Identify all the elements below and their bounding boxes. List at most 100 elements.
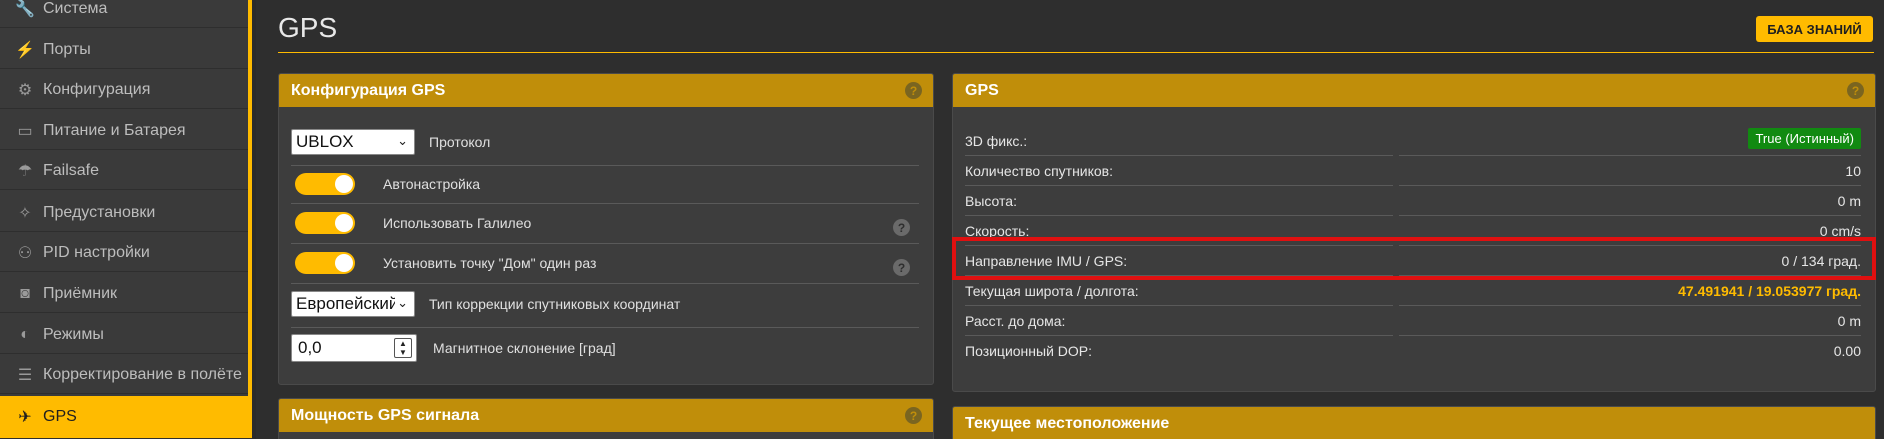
divider	[291, 327, 919, 328]
sidebar-item-label: Корректирование в полёте	[43, 365, 242, 383]
plug-icon: ⚡	[15, 41, 35, 59]
wrench-icon: 🔧	[15, 0, 35, 18]
status-label: Количество спутников:	[965, 163, 1114, 179]
protocol-row: UBLOX ⌄ Протокол	[291, 129, 919, 155]
gps-config-panel: Конфигурация GPS ? UBLOX ⌄ Протокол Авто…	[278, 73, 934, 385]
page-title: GPS	[278, 12, 338, 43]
sidebar-item-label: Порты	[43, 40, 91, 58]
sidebar-item-label: Приёмник	[43, 284, 118, 302]
panel-title: Конфигурация GPS	[291, 81, 446, 99]
chevron-down-icon: ⌄	[395, 295, 408, 311]
sidebar-item-power-battery[interactable]: ▭ Питание и Батарея	[0, 112, 248, 150]
protocol-label: Протокол	[429, 134, 491, 150]
panel-title: GPS	[965, 81, 999, 99]
correction-label: Тип коррекции спутниковых координат	[429, 296, 681, 312]
toggle-knob	[335, 214, 353, 232]
status-label: Расст. до дома:	[965, 313, 1066, 329]
sidebar-item-configuration[interactable]: ⚙ Конфигурация	[0, 71, 248, 109]
auto-config-label: Автонастройка	[383, 176, 481, 192]
sliders-icon: ☰	[17, 366, 33, 384]
gear-icon: ⚙	[17, 81, 33, 99]
sidebar-item-adjustments[interactable]: ☰ Корректирование в полёте	[0, 356, 248, 394]
help-icon[interactable]: ?	[1847, 82, 1864, 99]
gps-signal-panel: Мощность GPS сигнала ?	[278, 398, 934, 439]
highlight-box	[952, 237, 1876, 280]
galileo-row: Использовать Галилео	[291, 212, 919, 234]
sidebar-item-label: Конфигурация	[43, 80, 151, 98]
status-row-3d-fix: 3D фикс.: True (Истинный)	[965, 126, 1861, 156]
toggle-knob	[335, 254, 353, 272]
chevron-down-icon: ⌄	[397, 133, 408, 148]
auto-config-row: Автонастройка	[291, 173, 919, 195]
help-icon[interactable]: ?	[905, 407, 922, 424]
help-icon[interactable]: ?	[905, 82, 922, 99]
sidebar-item-receiver[interactable]: ◙ Приёмник	[0, 275, 248, 313]
coordinates-value: 47.491941 / 19.053977 град.	[1678, 283, 1861, 299]
status-row-altitude: Высота: 0 m	[965, 186, 1861, 216]
mag-decl-value: 0,0	[298, 338, 322, 357]
status-label: Высота:	[965, 193, 1017, 209]
panel-title: Текущее местоположение	[965, 414, 1170, 432]
current-location-panel: Текущее местоположение	[952, 406, 1876, 439]
panel-header: Мощность GPS сигнала ?	[279, 399, 933, 432]
mag-decl-row: 0,0 ▲ ▼ Магнитное склонение [град]	[291, 334, 919, 362]
help-icon[interactable]: ?	[893, 219, 910, 236]
sidebar-item-system[interactable]: 🔧 Система	[0, 0, 248, 28]
sidebar-item-gps[interactable]: ✈ GPS	[0, 396, 252, 439]
stepper-icon[interactable]: ▲ ▼	[394, 338, 412, 358]
status-value: 0 m	[1837, 313, 1861, 329]
sidebar-item-pid-tuning[interactable]: ⚇ PID настройки	[0, 234, 248, 272]
sidebar: 🔧 Система ⚡ Порты ⚙ Конфигурация ▭ Питан…	[0, 0, 252, 439]
title-divider	[278, 52, 1874, 53]
status-label: Позиционный DOP:	[965, 343, 1093, 359]
status-row-lat-lon: Текущая широта / долгота: 47.491941 / 19…	[965, 276, 1861, 306]
sidebar-item-label: Режимы	[43, 325, 104, 343]
sidebar-item-modes[interactable]: ◐ Режимы	[0, 316, 248, 354]
status-row-dop: Позиционный DOP: 0.00	[965, 336, 1861, 366]
sidebar-item-label: PID настройки	[43, 243, 150, 261]
status-label: 3D фикс.:	[965, 133, 1028, 149]
status-value: 0 m	[1837, 193, 1861, 209]
sidebar-item-label: Failsafe	[43, 161, 100, 179]
magic-wand-icon: ✧	[18, 204, 32, 222]
protocol-select[interactable]: UBLOX ⌄	[291, 129, 415, 155]
hierarchy-icon: ⚇	[17, 244, 33, 262]
main-content: GPS БАЗА ЗНАНИЙ Конфигурация GPS ? UBLOX…	[256, 0, 1884, 439]
toggle-icon: ◐	[20, 325, 30, 343]
divider	[291, 165, 919, 166]
parachute-icon: ☂	[17, 162, 33, 180]
panel-title: Мощность GPS сигнала	[291, 406, 480, 424]
satellite-icon: ✈	[18, 409, 32, 426]
divider	[291, 283, 919, 284]
home-once-label: Установить точку "Дом" один раз	[383, 255, 597, 271]
home-once-row: Установить точку "Дом" один раз	[291, 252, 919, 274]
panel-header: Текущее местоположение	[953, 407, 1875, 439]
mag-decl-input[interactable]: 0,0 ▲ ▼	[291, 334, 417, 362]
sidebar-item-presets[interactable]: ✧ Предустановки	[0, 194, 248, 232]
robot-icon: ◙	[20, 284, 30, 302]
correction-row: Европейский ⌄ Тип коррекции спутниковых …	[291, 291, 919, 317]
sidebar-item-ports[interactable]: ⚡ Порты	[0, 31, 248, 69]
help-icon[interactable]: ?	[893, 259, 910, 276]
galileo-label: Использовать Галилео	[383, 215, 532, 231]
sidebar-item-label: GPS	[43, 408, 77, 425]
home-once-toggle[interactable]	[295, 252, 355, 274]
correction-select[interactable]: Европейский ⌄	[291, 291, 415, 317]
status-label: Текущая широта / долгота:	[965, 283, 1139, 299]
auto-config-toggle[interactable]	[295, 173, 355, 195]
sidebar-item-failsafe[interactable]: ☂ Failsafe	[0, 152, 248, 190]
panel-header: GPS ?	[953, 74, 1875, 107]
panel-header: Конфигурация GPS ?	[279, 74, 933, 107]
sidebar-item-label: Система	[43, 0, 108, 17]
knowledge-base-button[interactable]: БАЗА ЗНАНИЙ	[1756, 16, 1873, 42]
sidebar-item-label: Предустановки	[43, 203, 156, 221]
sidebar-item-label: Питание и Батарея	[43, 121, 186, 139]
status-value: 10	[1845, 163, 1861, 179]
fix-status-badge: True (Истинный)	[1748, 128, 1861, 149]
galileo-toggle[interactable]	[295, 212, 355, 234]
toggle-knob	[335, 175, 353, 193]
battery-icon: ▭	[17, 122, 33, 140]
mag-decl-label: Магнитное склонение [град]	[433, 340, 616, 356]
protocol-value: UBLOX	[296, 132, 354, 151]
status-row-home-distance: Расст. до дома: 0 m	[965, 306, 1861, 336]
